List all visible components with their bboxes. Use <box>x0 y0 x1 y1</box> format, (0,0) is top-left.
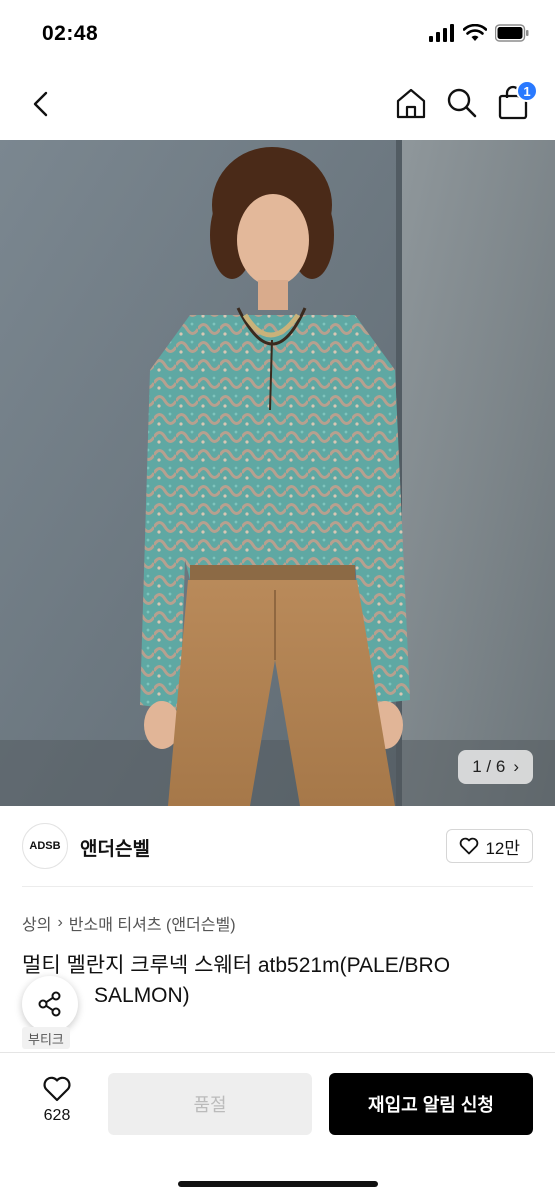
product-title-line2: SALMON) <box>94 984 190 1007</box>
share-icon <box>38 991 61 1017</box>
status-bar: 02:48 <box>0 0 555 70</box>
share-button[interactable] <box>22 976 78 1032</box>
product-title-line1: 멀티 멜란지 크루넥 스웨터 atb521m(PALE/BRO <box>22 954 451 977</box>
brand-like-button[interactable]: 12만 <box>446 829 533 863</box>
breadcrumb: 상의 › 반소매 티셔츠 (앤더슨벨) <box>22 911 236 935</box>
soldout-button[interactable]: 품절 <box>108 1073 312 1135</box>
back-button[interactable] <box>26 88 58 120</box>
brand-logo[interactable]: ADSB <box>22 823 68 869</box>
heart-icon <box>43 1076 71 1102</box>
restock-alert-button[interactable]: 재입고 알림 신청 <box>329 1073 533 1135</box>
product-title: 멀티 멜란지 크루넥 스웨터 atb521m(PALE/BRO SALMON) <box>22 951 537 1011</box>
signal-icon <box>429 24 454 42</box>
breadcrumb-subcategory[interactable]: 반소매 티셔츠 (앤더슨벨) <box>69 911 236 935</box>
home-indicator <box>178 1181 378 1187</box>
bottom-action-bar: 628 품절 재입고 알림 신청 <box>0 1052 555 1200</box>
wishlist-count: 628 <box>43 1107 71 1124</box>
product-image-gallery[interactable]: 1 / 6 › <box>0 140 555 806</box>
nav-bar: 1 <box>0 70 555 140</box>
breadcrumb-category[interactable]: 상의 <box>22 911 51 935</box>
image-counter-text: 1 / 6 <box>472 757 506 776</box>
cart-button[interactable]: 1 <box>496 80 538 122</box>
image-counter[interactable]: 1 / 6 › <box>458 750 533 784</box>
cart-count-badge: 1 <box>516 80 538 102</box>
chevron-right-icon: › <box>513 757 519 776</box>
boutique-tag: 부티크 <box>22 1027 70 1049</box>
status-time: 02:48 <box>42 22 99 45</box>
status-icons <box>429 24 529 42</box>
brand-name[interactable]: 앤더슨벨 <box>80 834 150 861</box>
wishlist-button[interactable]: 628 <box>30 1075 84 1135</box>
search-icon <box>447 88 477 118</box>
breadcrumb-separator-icon: › <box>57 914 63 931</box>
brand-like-count: 12만 <box>485 838 520 858</box>
battery-icon <box>495 24 529 42</box>
brand-row[interactable]: ADSB 앤더슨벨 12만 <box>0 806 555 886</box>
heart-icon <box>460 837 479 855</box>
divider <box>22 886 533 887</box>
wifi-icon <box>463 24 487 41</box>
product-photo <box>0 140 555 806</box>
chevron-left-icon <box>33 91 48 117</box>
home-icon <box>396 88 426 119</box>
search-button[interactable] <box>445 86 479 120</box>
home-button[interactable] <box>394 86 428 120</box>
